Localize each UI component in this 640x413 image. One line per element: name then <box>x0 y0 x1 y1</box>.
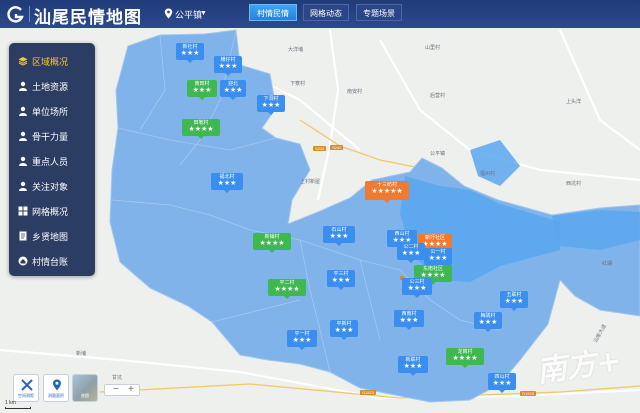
sidebar-item-sages-map[interactable]: 乡贤地图 <box>9 225 95 247</box>
sidebar-item-label: 乡贤地图 <box>32 232 69 242</box>
place-label: 上村新屋 <box>300 179 321 185</box>
user-icon <box>19 181 27 191</box>
sidebar-item-concern[interactable]: 关注对象 <box>9 175 95 197</box>
road-shield: G1523 <box>360 390 377 395</box>
place-label: 福州村 <box>480 171 496 177</box>
layers-icon <box>18 57 28 66</box>
app-logo-icon <box>7 6 24 23</box>
sidebar-item-land-resources[interactable]: 土地资源 <box>9 75 95 97</box>
place-label: 上头洋 <box>566 99 582 105</box>
control-label: 底图 <box>81 393 89 398</box>
user-icon <box>19 106 27 116</box>
ruler-icon <box>21 379 33 391</box>
place-label: 大洋埔 <box>288 47 304 53</box>
place-label: 西坑村 <box>566 181 582 187</box>
zoom-in-button[interactable]: + <box>128 384 134 395</box>
tab-grid-news[interactable]: 网格动态 <box>303 4 349 21</box>
basemap-toggle[interactable]: 底图 <box>72 374 98 402</box>
location-pin-icon <box>164 8 173 19</box>
place-label: 公平镇 <box>430 151 446 157</box>
road-shield: G1523 <box>520 391 537 396</box>
sidebar-item-label: 关注对象 <box>32 182 69 192</box>
road-shield: S242 <box>313 146 327 151</box>
pin-icon <box>53 379 61 391</box>
zoom-control: − + <box>104 384 140 396</box>
header-divider <box>29 6 30 22</box>
sidebar-item-label: 区域概况 <box>32 57 69 67</box>
sidebar-item-backbone[interactable]: 骨干力量 <box>9 125 95 147</box>
town-selector[interactable]: 公平镇 <box>175 8 202 21</box>
home-icon <box>18 256 28 266</box>
user-icon <box>19 131 27 141</box>
place-label: 甘坑 <box>112 375 123 381</box>
place-label: 下寮村 <box>290 81 306 87</box>
document-icon <box>19 231 27 241</box>
measure-distance-button[interactable]: 空间测距 <box>13 374 39 402</box>
grid-icon <box>18 206 28 216</box>
place-label: 山里村 <box>425 45 441 51</box>
sidebar-item-label: 网格概况 <box>32 207 69 217</box>
zoom-out-button[interactable]: − <box>113 384 119 395</box>
sidebar-item-label: 单位场所 <box>32 107 69 117</box>
sidebar-item-units[interactable]: 单位场所 <box>9 100 95 122</box>
road-shield: S242 <box>330 145 344 150</box>
control-label: 测量面积 <box>48 393 64 398</box>
measure-area-button[interactable]: 测量面积 <box>43 374 69 402</box>
sidebar-item-label: 骨干力量 <box>32 132 69 142</box>
scale-label: 1 km <box>5 400 16 406</box>
sidebar-item-key-persons[interactable]: 重点人员 <box>9 150 95 172</box>
place-label: 后营村 <box>430 93 446 99</box>
user-icon <box>19 81 27 91</box>
app-title: 汕尾民情地图 <box>34 8 142 28</box>
place-label: 南安村 <box>347 89 363 95</box>
place-label: 红湖 <box>602 261 613 267</box>
sidebar-item-label: 重点人员 <box>32 157 69 167</box>
chevron-down-icon[interactable]: ▼ <box>200 10 207 17</box>
scale-bar <box>5 407 31 409</box>
sidebar-item-label: 土地资源 <box>32 82 69 92</box>
place-label: 新埔 <box>76 351 87 357</box>
sidebar-item-ledger[interactable]: 村情台账 <box>9 250 95 272</box>
sidebar: 区域概况 土地资源 单位场所 骨干力量 重点人员 关注对象 网格概况 乡贤地图 … <box>9 43 95 276</box>
sidebar-item-label: 村情台账 <box>32 257 69 267</box>
control-label: 空间测距 <box>18 393 34 398</box>
tab-village-info[interactable]: 村情民情 <box>249 4 297 21</box>
user-icon <box>19 156 27 166</box>
sidebar-item-area-overview[interactable]: 区域概况 <box>9 50 95 72</box>
tab-special-scenes[interactable]: 专题场景 <box>356 4 402 21</box>
top-bar: 汕尾民情地图 公平镇 ▼ 村情民情 网格动态 专题场景 <box>0 0 640 28</box>
sidebar-item-grid[interactable]: 网格概况 <box>9 200 95 222</box>
